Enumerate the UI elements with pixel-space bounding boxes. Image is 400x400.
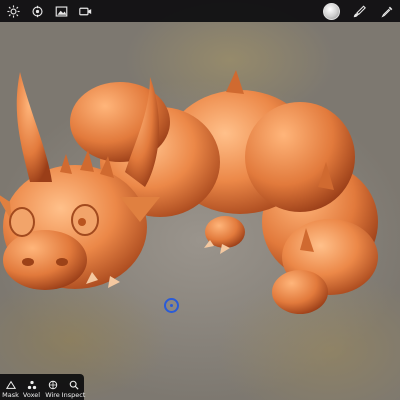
spike: [60, 154, 72, 174]
inspect-tool[interactable]: Inspect: [61, 374, 86, 400]
dragon-model[interactable]: [0, 22, 400, 374]
wire-tool[interactable]: Wire: [42, 374, 63, 400]
voxel-tool[interactable]: Voxel: [21, 374, 42, 400]
material-swatch[interactable]: [320, 0, 342, 22]
nostril: [22, 258, 34, 266]
toolbar-right: [316, 0, 400, 22]
horn: [16, 72, 52, 182]
mask-icon: [5, 380, 16, 389]
mask-label: Mask: [2, 391, 19, 399]
scene-gear-icon[interactable]: [26, 0, 48, 22]
pupil: [78, 218, 86, 226]
voxel-icon: [27, 380, 36, 390]
tail-tip: [272, 270, 328, 314]
image-icon[interactable]: [50, 0, 72, 22]
wireframe-icon: [48, 380, 57, 390]
top-toolbar: [0, 0, 400, 22]
video-camera-icon[interactable]: [74, 0, 96, 22]
inspect-label: Inspect: [61, 391, 86, 399]
matcap-sphere-icon: [322, 2, 340, 20]
nostril: [56, 258, 68, 266]
bottom-toolbar: Mask Voxel Wire Inspect: [0, 374, 86, 400]
spike: [226, 70, 244, 94]
voxel-label: Voxel: [22, 391, 41, 399]
settings-sun-icon[interactable]: [2, 0, 24, 22]
brush-icon[interactable]: [348, 0, 370, 22]
eye: [9, 207, 35, 237]
mask-tool[interactable]: Mask: [0, 374, 21, 400]
body-segment: [245, 102, 355, 212]
toolbar-left: [0, 0, 96, 22]
inspect-icon: [69, 380, 79, 390]
pivot-point-icon[interactable]: [164, 298, 179, 313]
wire-label: Wire: [45, 391, 60, 399]
dragon-snout: [3, 230, 87, 290]
eyedropper-icon[interactable]: [376, 0, 398, 22]
